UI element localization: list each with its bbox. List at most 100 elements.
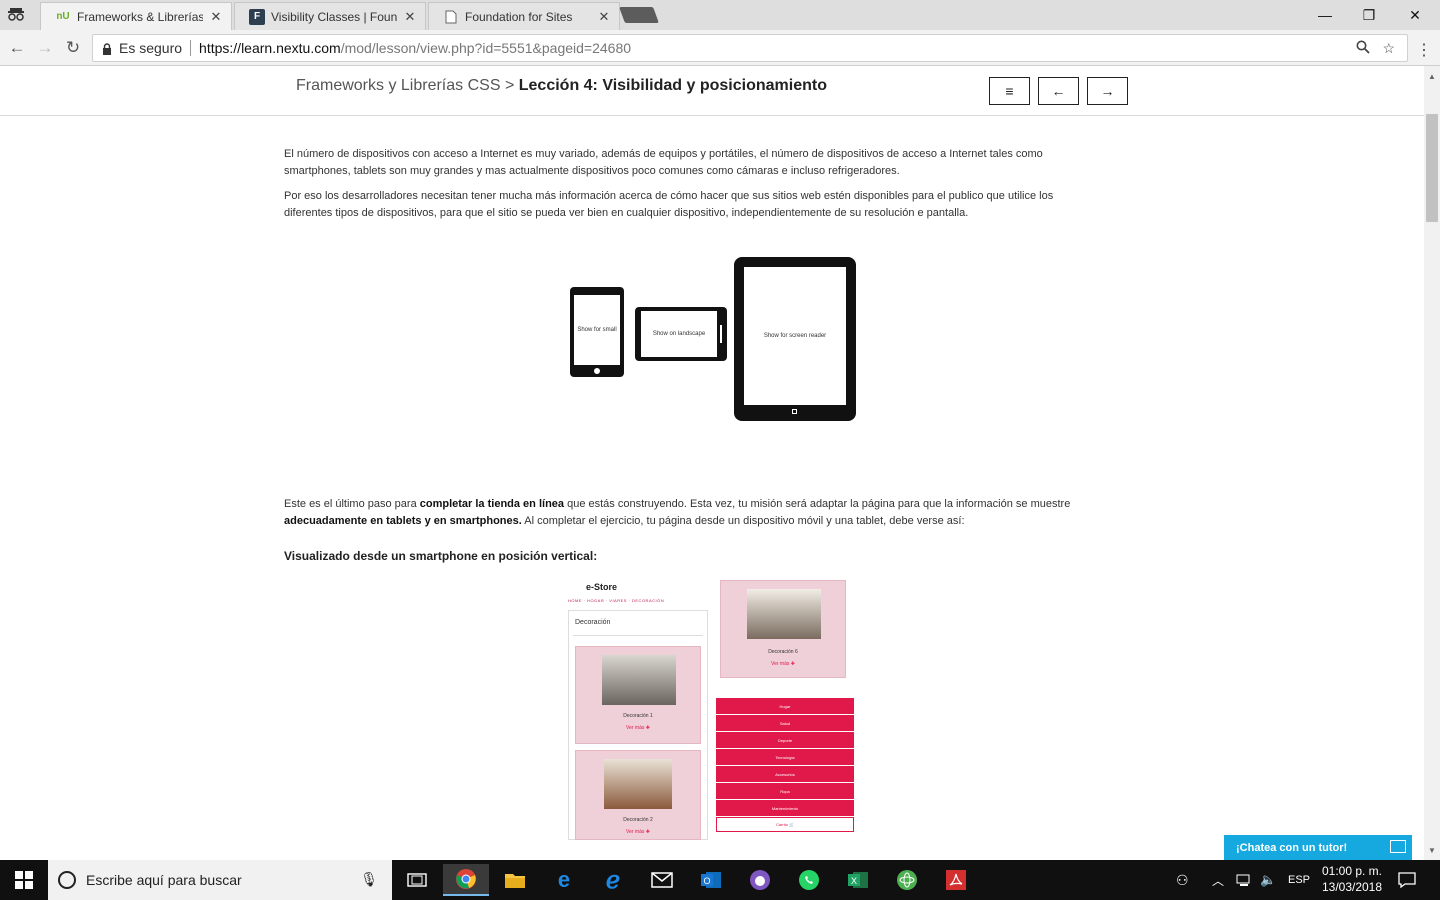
chat-window-icon[interactable] xyxy=(1390,840,1406,853)
mail-icon[interactable] xyxy=(639,864,685,896)
clock-time: 01:00 p. m. xyxy=(1321,864,1383,878)
omnibox-divider xyxy=(190,40,192,56)
page-scrollbar[interactable]: ▲ ▼ xyxy=(1424,66,1440,860)
tablet-screen-label: Show for screen reader xyxy=(744,267,846,405)
tab-foundation-sites[interactable]: Foundation for Sites ✕ xyxy=(428,2,620,30)
chrome-app-icon[interactable] xyxy=(443,864,489,896)
menu-item: Salud xyxy=(716,715,854,731)
product-card: Decoración 6 Ver más ✚ xyxy=(720,580,846,678)
phone-home-button xyxy=(594,368,600,374)
windows-start-icon[interactable] xyxy=(0,860,48,900)
url-path: /mod/lesson/view.php?id=5551&pageid=2468… xyxy=(340,40,632,56)
taskbar-search-box[interactable]: Escribe aquí para buscar 🎙 xyxy=(48,860,392,900)
edge-browser-icon[interactable]: e xyxy=(541,864,587,896)
mockup-panel: Decoración Decoración 1 Ver más ✚ Decora… xyxy=(568,610,708,840)
back-arrow-icon[interactable]: ← xyxy=(6,37,28,59)
task-text: Al completar el ejercicio, tu página des… xyxy=(521,515,965,527)
new-tab-button[interactable] xyxy=(619,7,659,23)
task-highlight: completar la tienda en línea xyxy=(419,498,565,510)
microphone-icon[interactable]: 🎙 xyxy=(360,871,378,888)
url-host: https://learn.nextu.com xyxy=(199,40,341,56)
product-image xyxy=(604,759,672,809)
menu-item: Deporte xyxy=(716,732,854,748)
file-explorer-icon[interactable] xyxy=(492,864,538,896)
tray-chevron-icon[interactable]: ︿ xyxy=(1212,860,1224,900)
landscape-device: Show on landscape xyxy=(635,307,727,361)
address-bar[interactable]: Es seguro https://learn.nextu.com/mod/le… xyxy=(92,34,1408,62)
product-more-link: Ver más ✚ xyxy=(626,725,650,731)
prev-page-button[interactable]: ← xyxy=(1038,77,1079,105)
product-caption: Decoración 6 xyxy=(768,649,798,655)
landscape-home-button xyxy=(720,325,722,343)
svg-text:O: O xyxy=(703,876,710,886)
subheading-smartphone-vertical: Visualizado desde un smartphone en posic… xyxy=(284,549,598,563)
lesson-menu-button[interactable]: ≡ xyxy=(989,77,1030,105)
acrobat-icon[interactable] xyxy=(933,864,979,896)
tablet-home-button xyxy=(792,409,797,414)
tab-title: Visibility Classes | Foundation xyxy=(271,9,397,24)
task-view-icon[interactable] xyxy=(394,864,440,896)
mockup-right-column: Decoración 6 Ver más ✚ Hogar Salud Depor… xyxy=(714,578,856,840)
outlook-icon[interactable]: O xyxy=(688,864,734,896)
tab-close-icon[interactable]: ✕ xyxy=(403,9,417,25)
phone-device: Show for small xyxy=(570,287,624,377)
close-window-button[interactable]: ✕ xyxy=(1392,0,1438,30)
chat-tutor-widget[interactable]: ¡Chatea con un tutor! xyxy=(1224,835,1412,860)
browser-toolbar: ← → ↻ Es seguro https://learn.nextu.com /… xyxy=(0,30,1440,66)
whatsapp-icon[interactable] xyxy=(786,864,832,896)
system-clock[interactable]: 01:00 p. m. 13/03/2018 xyxy=(1318,863,1386,895)
cart-item: Carrito 🛒 xyxy=(716,817,854,832)
tab-close-icon[interactable]: ✕ xyxy=(597,9,611,25)
notifications-icon[interactable] xyxy=(1398,860,1416,900)
scroll-up-arrow-icon[interactable]: ▲ xyxy=(1424,68,1440,84)
lesson-header: Frameworks y Librerías CSS > Lección 4: … xyxy=(0,66,1424,116)
atom-app-icon[interactable] xyxy=(884,864,930,896)
incognito-icon xyxy=(6,6,26,24)
bookmark-star-icon[interactable]: ☆ xyxy=(1382,40,1395,57)
volume-icon[interactable]: 🔈 xyxy=(1260,860,1276,900)
mockup-divider xyxy=(573,635,703,636)
tor-app-icon[interactable] xyxy=(737,864,783,896)
scroll-thumb[interactable] xyxy=(1426,114,1438,222)
reload-icon[interactable]: ↻ xyxy=(62,37,84,59)
restore-button[interactable]: ❐ xyxy=(1346,0,1392,30)
product-image xyxy=(602,655,676,705)
minimize-button[interactable]: — xyxy=(1302,0,1348,30)
scroll-down-arrow-icon[interactable]: ▼ xyxy=(1424,842,1440,858)
cortana-icon xyxy=(58,871,76,889)
browser-titlebar: nU Frameworks & Librerías CSS ✕ F Visibi… xyxy=(0,0,1440,30)
secure-label: Es seguro xyxy=(119,40,183,56)
nextu-favicon-icon: nU xyxy=(56,11,70,22)
product-image xyxy=(747,589,821,639)
windows-taskbar: Escribe aquí para buscar 🎙 e ℯ O X ⚇ ︿ 🔈… xyxy=(0,860,1440,900)
tab-close-icon[interactable]: ✕ xyxy=(209,9,223,25)
product-more-link: Ver más ✚ xyxy=(771,661,795,667)
zoom-icon[interactable] xyxy=(1356,40,1371,57)
smartphone-mockup-image: e-Store HOME · HOGAR · VIARES · DECORACI… xyxy=(566,578,856,840)
tab-visibility-classes[interactable]: F Visibility Classes | Foundation ✕ xyxy=(234,2,426,30)
breadcrumb-course[interactable]: Frameworks y Librerías CSS xyxy=(296,77,501,94)
menu-item: Hogar xyxy=(716,698,854,714)
people-icon[interactable]: ⚇ xyxy=(1176,860,1189,900)
task-text: Este es el último paso para xyxy=(284,498,420,510)
paragraph-task: Este es el último paso para completar la… xyxy=(284,496,1114,530)
clock-date: 13/03/2018 xyxy=(1321,880,1383,894)
foundation-favicon-icon: F xyxy=(249,8,265,25)
menu-item: Accesorios xyxy=(716,766,854,782)
tab-title: Frameworks & Librerías CSS xyxy=(77,9,203,24)
search-placeholder: Escribe aquí para buscar xyxy=(86,872,242,888)
menu-kebab-icon[interactable]: ⋮ xyxy=(1416,40,1432,60)
excel-icon[interactable]: X xyxy=(835,864,881,896)
mockup-section-title: Decoración xyxy=(575,619,611,626)
breadcrumb-separator: > xyxy=(504,77,515,94)
chat-label: ¡Chatea con un tutor! xyxy=(1236,841,1348,854)
svg-text:X: X xyxy=(851,876,857,886)
network-icon[interactable] xyxy=(1236,860,1252,900)
internet-explorer-icon[interactable]: ℯ xyxy=(590,864,636,896)
language-indicator[interactable]: ESP xyxy=(1288,860,1310,900)
paragraph-intro: El número de dispositivos con acceso a I… xyxy=(284,148,1043,177)
forward-arrow-icon[interactable]: → xyxy=(34,37,56,59)
next-page-button[interactable]: → xyxy=(1087,77,1128,105)
phone-screen-label: Show for small xyxy=(574,295,620,365)
tab-frameworks[interactable]: nU Frameworks & Librerías CSS ✕ xyxy=(40,2,232,30)
